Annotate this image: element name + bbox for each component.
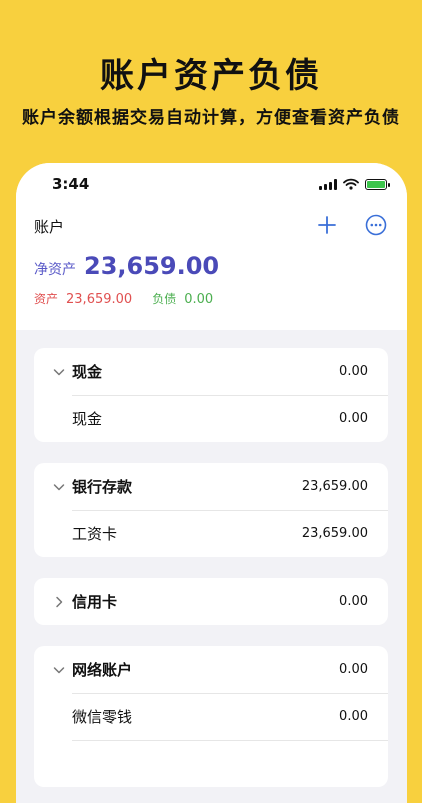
account-name: 现金 <box>72 410 103 428</box>
group-header[interactable]: 信用卡 0.00 <box>34 578 388 625</box>
liabilities-value: 0.00 <box>184 292 214 307</box>
account-amount: 0.00 <box>339 709 368 724</box>
account-group-bank: 银行存款 23,659.00 工资卡 23,659.00 <box>34 463 388 557</box>
net-assets-value: 23,659.00 <box>84 252 220 280</box>
account-group-online: 网络账户 0.00 微信零钱 0.00 <box>34 646 388 787</box>
account-group-credit-card: 信用卡 0.00 <box>34 578 388 625</box>
group-total: 0.00 <box>339 364 368 379</box>
account-row[interactable]: 现金 0.00 <box>34 395 388 442</box>
group-name: 现金 <box>72 363 103 381</box>
asset-liability-summary: 资产 23,659.00 负债 0.00 <box>34 290 213 307</box>
account-amount: 23,659.00 <box>301 526 368 541</box>
group-name: 信用卡 <box>72 593 118 611</box>
chevron-down-icon <box>53 368 65 375</box>
account-row[interactable]: 微信零钱 0.00 <box>34 693 388 740</box>
account-group-cash: 现金 0.00 现金 0.00 <box>34 348 388 442</box>
group-name: 银行存款 <box>72 478 133 496</box>
net-assets: 净资产 23,659.00 <box>34 252 219 280</box>
chevron-down-icon <box>53 666 65 673</box>
wifi-icon <box>343 178 359 190</box>
net-assets-label: 净资产 <box>34 262 76 278</box>
account-header-panel: 3:44 账户 净资产 23,659.00 资产 23,659.00 负债 0.… <box>16 163 407 330</box>
status-time: 3:44 <box>52 175 90 193</box>
hero-title: 账户资产负债 <box>100 56 322 96</box>
assets-value: 23,659.00 <box>66 292 133 307</box>
status-icons <box>319 178 390 190</box>
cellular-signal-icon <box>319 178 337 190</box>
ellipsis-circle-icon[interactable] <box>365 214 387 236</box>
chevron-down-icon <box>53 483 65 490</box>
account-row[interactable]: 工资卡 23,659.00 <box>34 510 388 557</box>
account-name: 工资卡 <box>72 525 118 543</box>
account-amount: 0.00 <box>339 411 368 426</box>
group-header[interactable]: 现金 0.00 <box>34 348 388 395</box>
account-name: 微信零钱 <box>72 708 133 726</box>
group-header[interactable]: 网络账户 0.00 <box>34 646 388 693</box>
group-total: 23,659.00 <box>301 479 368 494</box>
page-title: 账户 <box>34 218 65 236</box>
group-total: 0.00 <box>339 662 368 677</box>
assets-label: 资产 <box>34 292 59 306</box>
hero-subtitle: 账户余额根据交易自动计算，方便查看资产负债 <box>22 108 400 128</box>
phone-screen: 3:44 账户 净资产 23,659.00 资产 23,659.00 负债 0.… <box>16 163 407 803</box>
group-total: 0.00 <box>339 594 368 609</box>
chevron-right-icon <box>56 596 63 607</box>
battery-charging-icon <box>365 178 390 190</box>
liabilities-label: 负债 <box>152 292 177 306</box>
group-name: 网络账户 <box>72 661 133 679</box>
plus-icon[interactable] <box>317 215 337 235</box>
account-row <box>34 740 388 787</box>
group-header[interactable]: 银行存款 23,659.00 <box>34 463 388 510</box>
